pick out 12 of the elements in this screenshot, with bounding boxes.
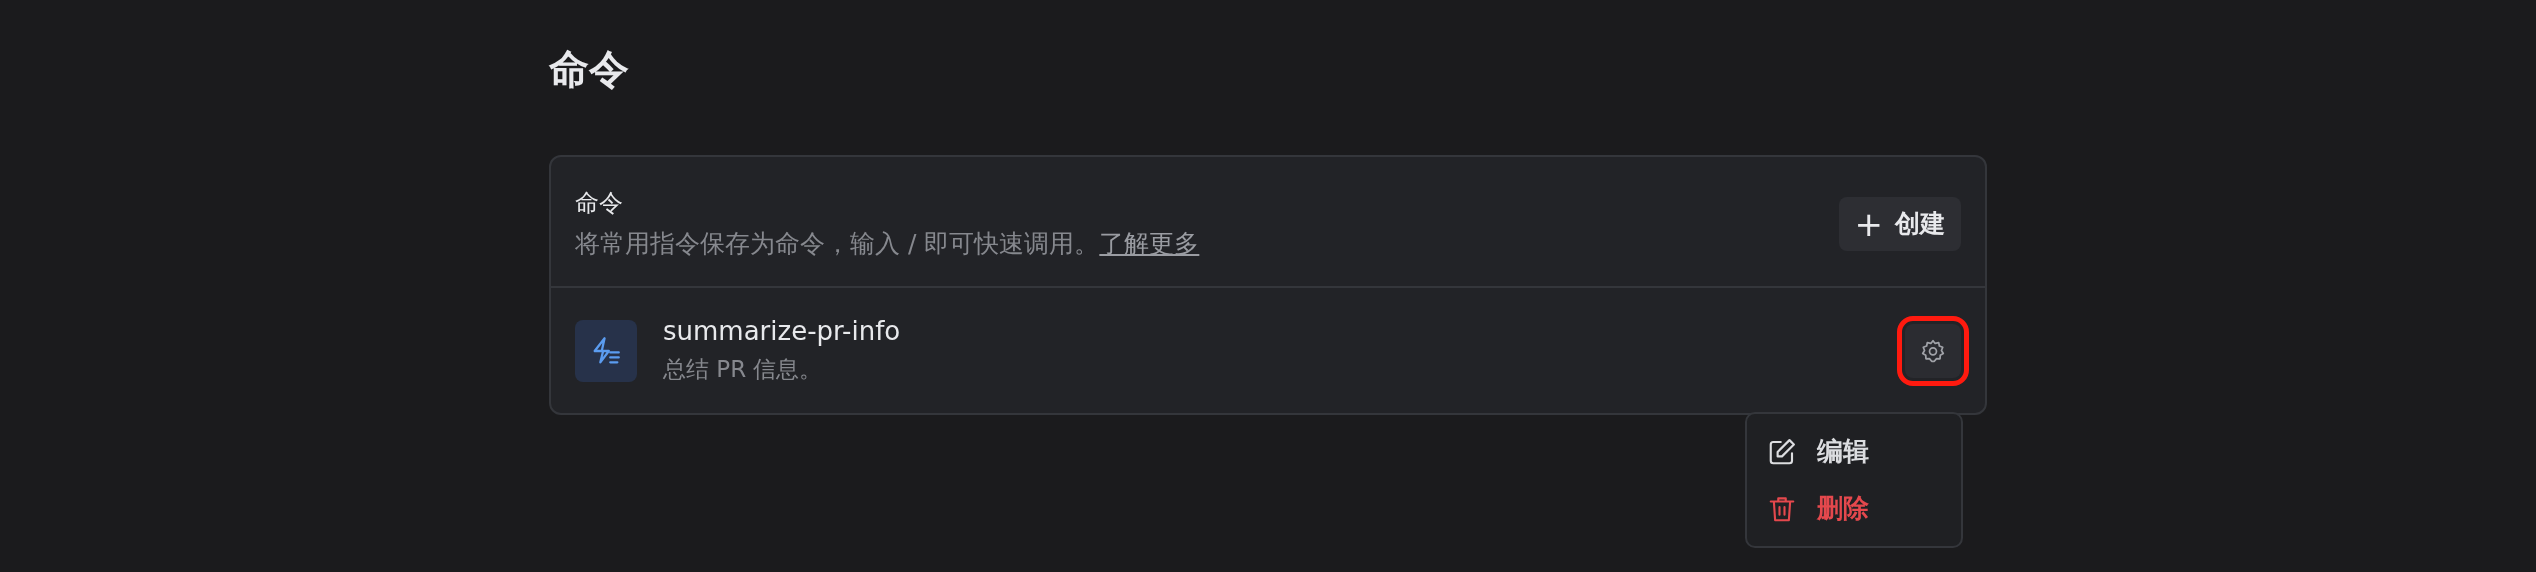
section-title: 命令 xyxy=(575,188,623,219)
delete-menu-item[interactable]: 删除 xyxy=(1761,483,1947,534)
command-name: summarize-pr-info xyxy=(663,316,901,346)
pencil-square-icon xyxy=(1767,436,1797,467)
settings-icon xyxy=(1920,337,1946,364)
create-button[interactable]: + 创建 xyxy=(1838,196,1961,251)
lightning-list-icon xyxy=(575,319,637,382)
page-title: 命令 xyxy=(549,45,629,94)
command-description: 总结 PR 信息。 xyxy=(663,355,824,384)
edit-menu-item[interactable]: 编辑 xyxy=(1761,426,1947,477)
section-description: 将常用指令保存为命令，输入 / 即可快速调用。 xyxy=(575,229,1100,258)
learn-more-link[interactable]: 了解更多 xyxy=(1099,229,1200,258)
